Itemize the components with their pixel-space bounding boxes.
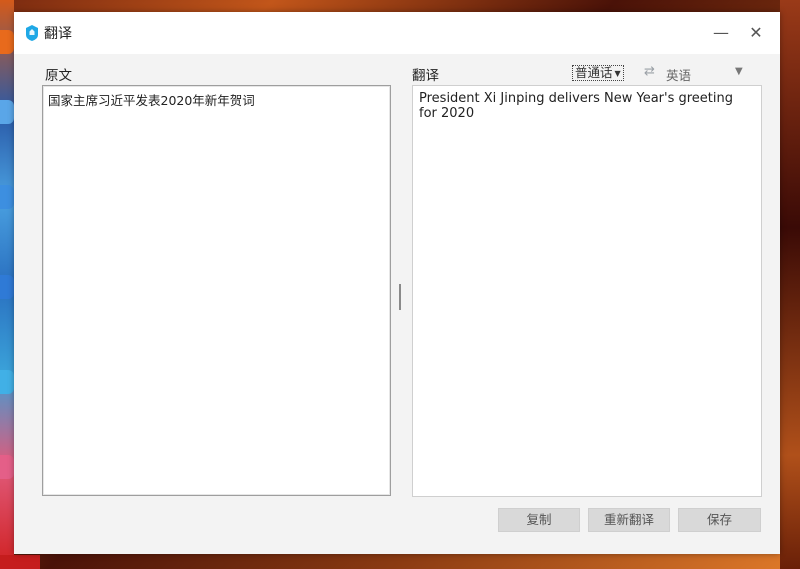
source-language-value: 普通话 bbox=[575, 65, 613, 80]
desktop-app-icon[interactable] bbox=[0, 100, 14, 124]
source-text: 国家主席习近平发表2020年新年贺词 bbox=[48, 93, 255, 108]
desktop-app-icon[interactable] bbox=[0, 555, 40, 569]
panel-splitter-handle[interactable] bbox=[399, 284, 401, 310]
desktop-app-icon[interactable] bbox=[0, 370, 14, 394]
translation-text: President Xi Jinping delivers New Year's… bbox=[419, 91, 734, 121]
translate-window: 翻译 — ✕ 原文 翻译 普通话 ▼ ⇄ 英语 ▼ 国家主席习近平发表2020年新… bbox=[14, 12, 780, 554]
target-language-dropdown-icon[interactable]: ▼ bbox=[735, 66, 743, 77]
desktop-app-icon[interactable] bbox=[0, 275, 14, 299]
source-language-select[interactable]: 普通话 ▼ bbox=[572, 65, 624, 81]
desktop-icon-strip bbox=[0, 0, 14, 569]
save-button[interactable]: 保存 bbox=[678, 508, 761, 532]
copy-button[interactable]: 复制 bbox=[498, 508, 580, 532]
translation-label: 翻译 bbox=[412, 68, 439, 84]
app-logo-icon bbox=[26, 25, 38, 41]
swap-languages-icon[interactable]: ⇄ bbox=[644, 64, 655, 79]
desktop-app-icon[interactable] bbox=[0, 455, 14, 479]
retranslate-button[interactable]: 重新翻译 bbox=[588, 508, 670, 532]
minimize-button[interactable]: — bbox=[706, 20, 736, 46]
desktop-app-icon[interactable] bbox=[0, 30, 14, 54]
translation-output[interactable]: President Xi Jinping delivers New Year's… bbox=[412, 85, 762, 497]
desktop-app-icon[interactable] bbox=[0, 185, 14, 209]
close-button[interactable]: ✕ bbox=[741, 20, 771, 46]
desktop-wallpaper bbox=[780, 0, 800, 569]
title-bar[interactable]: 翻译 — ✕ bbox=[14, 12, 780, 54]
source-label: 原文 bbox=[45, 68, 72, 84]
source-text-input[interactable]: 国家主席习近平发表2020年新年贺词 bbox=[42, 85, 391, 496]
target-language-value[interactable]: 英语 bbox=[666, 65, 691, 84]
window-title: 翻译 bbox=[44, 26, 72, 42]
source-language-dropdown-icon: ▼ bbox=[614, 68, 621, 78]
